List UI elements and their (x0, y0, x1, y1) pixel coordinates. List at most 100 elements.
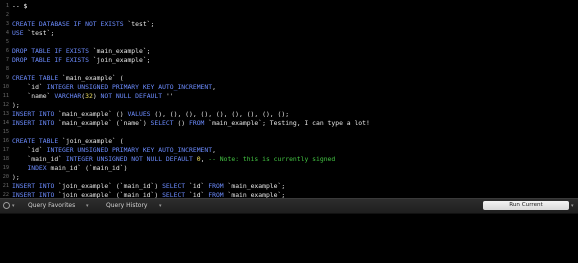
line-number: 22 (2, 192, 9, 198)
sql-editor[interactable]: 1 -- $2 3 CREATE DATABASE IF NOT EXISTS `te… (0, 0, 578, 198)
line-number: 6 (5, 48, 9, 54)
code-token: INTEGER UNSIGNED NOT NULL DEFAULT (65, 155, 197, 163)
code-token: `main_example`; (227, 191, 286, 198)
code-token: 32 (85, 92, 93, 100)
code-line[interactable]: 11 `name` VARCHAR(32) NOT NULL DEFAULT '… (0, 92, 578, 101)
code-line[interactable]: 14 INSERT INTO `main_example` (`name`) SE… (0, 119, 578, 128)
code-token: `main_example` ( (62, 74, 124, 82)
code-token: `id` (12, 83, 47, 91)
code-token: `id` (12, 146, 47, 154)
line-number: 7 (5, 57, 9, 63)
code-text: USE `test`; (12, 29, 54, 38)
query-history-button[interactable]: Query History (106, 202, 148, 210)
code-text: DROP TABLE IF EXISTS `main_example`; (12, 47, 151, 56)
code-line[interactable]: 8 (0, 65, 578, 74)
code-token: -- $ (12, 2, 28, 10)
line-number: 20 (2, 174, 9, 180)
code-token: `join_example` (`main_id`) (58, 191, 163, 198)
code-token: -- Note: this is currently signed (208, 155, 336, 163)
code-token: main_id` (`main_id`) (50, 164, 128, 172)
code-token: ); (12, 101, 20, 109)
code-token: , (212, 83, 216, 91)
code-token: USE (12, 29, 28, 37)
code-line[interactable]: 20); (0, 173, 578, 182)
line-number: 18 (2, 156, 9, 162)
code-text: INSERT INTO `join_example` (`main_id`) S… (12, 182, 285, 191)
code-line[interactable]: 10 `id` INTEGER UNSIGNED PRIMARY KEY AUT… (0, 83, 578, 92)
query-favorites-button[interactable]: Query Favorites (28, 202, 75, 210)
code-line[interactable]: 15 (0, 128, 578, 137)
code-token: `main_example` () (58, 110, 128, 118)
code-token: `test`; (127, 20, 155, 28)
gear-icon[interactable] (3, 202, 10, 209)
chevron-down-icon[interactable]: ▾ (12, 202, 15, 210)
code-line[interactable]: 4 USE `test`; (0, 29, 578, 38)
code-token: `main_example`; (92, 47, 151, 55)
code-token: NOT NULL DEFAULT (100, 92, 166, 100)
code-line[interactable]: 5 (0, 38, 578, 47)
line-number: 14 (2, 120, 9, 126)
code-token: INSERT INTO (12, 119, 59, 127)
code-text: ); (12, 173, 20, 182)
code-token: , (212, 146, 216, 154)
line-number: 15 (2, 129, 9, 135)
chevron-down-icon[interactable]: ▾ (159, 202, 162, 210)
code-token: SELECT (162, 191, 189, 198)
code-text: CREATE TABLE `join_example` ( (12, 137, 124, 146)
code-line[interactable]: 6 DROP TABLE IF EXISTS `main_example`; (0, 47, 578, 56)
chevron-down-icon[interactable]: ▾ (86, 202, 89, 210)
code-line[interactable]: 7 DROP TABLE IF EXISTS `join_example`; (0, 56, 578, 65)
code-token: FROM (189, 119, 209, 127)
code-token: `join_example`; (92, 56, 151, 64)
code-text: `id` INTEGER UNSIGNED PRIMARY KEY AUTO_I… (12, 146, 216, 155)
code-token: `name` (12, 92, 55, 100)
results-area (0, 214, 578, 263)
code-text: `main_id` INTEGER UNSIGNED NOT NULL DEFA… (12, 155, 335, 164)
code-token: SELECT (150, 119, 178, 127)
code-token: CREATE DATABASE IF NOT EXISTS (12, 20, 128, 28)
code-token: `id` (189, 182, 209, 190)
code-token: `main_example` (`name`) (58, 119, 151, 127)
code-text: `name` VARCHAR(32) NOT NULL DEFAULT '' (12, 92, 173, 101)
line-number: 1 (5, 3, 9, 9)
code-text: INSERT INTO `main_example` (`name`) SELE… (12, 119, 370, 128)
code-token: INSERT INTO (12, 182, 59, 190)
line-number: 19 (2, 165, 9, 171)
code-text: `id` INTEGER UNSIGNED PRIMARY KEY AUTO_I… (12, 83, 216, 92)
code-text: -- $ (12, 2, 27, 11)
line-number: 21 (2, 183, 9, 189)
line-number: 10 (2, 84, 9, 90)
code-line[interactable]: 9 CREATE TABLE `main_example` ( (0, 74, 578, 83)
code-token: (), (), (), (), (), (), (), (), (); (154, 110, 290, 118)
code-line[interactable]: 1 -- $ (0, 2, 578, 11)
code-token: `main_example`; Testing, I can type a lo… (208, 119, 370, 127)
code-token: INTEGER UNSIGNED PRIMARY KEY AUTO_INCREM… (46, 83, 213, 91)
code-line[interactable]: 17 `id` INTEGER UNSIGNED PRIMARY KEY AUT… (0, 146, 578, 155)
code-line[interactable]: 19 INDEX main_id` (`main_id`) (0, 164, 578, 173)
code-text: INSERT INTO `main_example` () VALUES (),… (12, 110, 289, 119)
code-token: SELECT (162, 182, 189, 190)
code-token: `test`; (27, 29, 55, 37)
code-token: FROM (208, 191, 228, 198)
line-number: 3 (5, 21, 9, 27)
code-line[interactable]: 16 CREATE TABLE `join_example` ( (0, 137, 578, 146)
code-token: `id` (189, 191, 209, 198)
code-token: DROP TABLE IF EXISTS (12, 56, 93, 64)
query-toolbar: ▾ Query Favorites ▾ Query History ▾ Run … (0, 198, 578, 214)
code-line[interactable]: 3 CREATE DATABASE IF NOT EXISTS `test`; (0, 20, 578, 29)
line-number: 16 (2, 138, 9, 144)
line-number: 17 (2, 147, 9, 153)
code-text: CREATE DATABASE IF NOT EXISTS `test`; (12, 20, 154, 29)
code-line[interactable]: 22 INSERT INTO `join_example` (`main_id`)… (0, 191, 578, 198)
code-line[interactable]: 21 INSERT INTO `join_example` (`main_id`)… (0, 182, 578, 191)
code-line[interactable]: 13 INSERT INTO `main_example` () VALUES (… (0, 110, 578, 119)
line-number: 4 (5, 30, 9, 36)
run-current-button[interactable]: Run Current (483, 201, 569, 210)
code-line[interactable]: 2 (0, 11, 578, 20)
code-line[interactable]: 18 `main_id` INTEGER UNSIGNED NOT NULL D… (0, 155, 578, 164)
code-token: ) (92, 92, 101, 100)
code-line[interactable]: 12); (0, 101, 578, 110)
chevron-down-icon[interactable]: ▾ (571, 202, 574, 210)
code-token: `main_id` (12, 155, 66, 163)
